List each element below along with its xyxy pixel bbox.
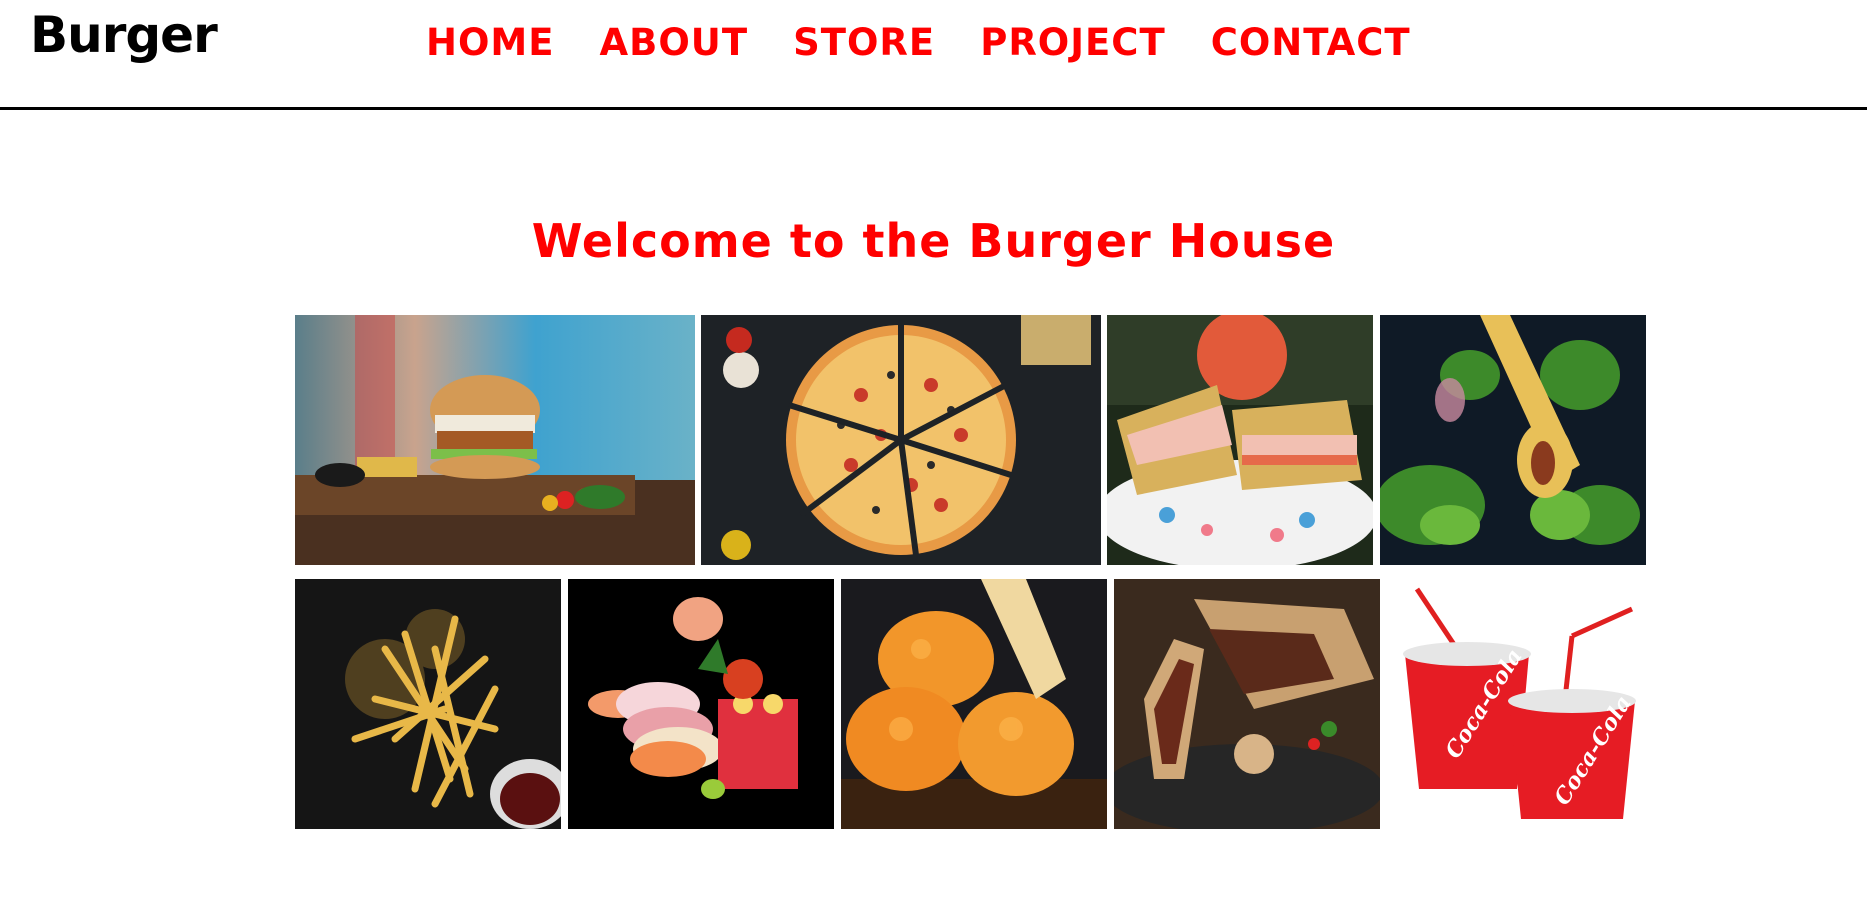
gallery-image-burger[interactable] bbox=[295, 315, 695, 565]
gallery-image-nuggets[interactable] bbox=[841, 579, 1107, 829]
gallery-image-soda-cups[interactable]: Coca-Cola Coca-Cola bbox=[1387, 579, 1653, 829]
gallery-image-pizza[interactable] bbox=[701, 315, 1101, 565]
main-nav: HOME ABOUT STORE PROJECT CONTACT bbox=[426, 21, 1411, 64]
nav-about[interactable]: ABOUT bbox=[600, 21, 749, 64]
nav-contact[interactable]: CONTACT bbox=[1211, 21, 1411, 64]
wrap-photo bbox=[1114, 579, 1380, 829]
nav-store[interactable]: STORE bbox=[793, 21, 935, 64]
burger-photo bbox=[295, 315, 695, 565]
gallery-image-wrap[interactable] bbox=[1114, 579, 1380, 829]
sandwich-photo bbox=[1107, 315, 1373, 565]
welcome-title: Welcome to the Burger House bbox=[531, 214, 1336, 268]
roll-photo bbox=[1380, 315, 1646, 565]
fries-photo bbox=[295, 579, 561, 829]
gallery-image-fries[interactable] bbox=[295, 579, 561, 829]
nav-home[interactable]: HOME bbox=[426, 21, 555, 64]
nav-project[interactable]: PROJECT bbox=[980, 21, 1166, 64]
gallery-image-roll[interactable] bbox=[1380, 315, 1646, 565]
site-header: Burger HOME ABOUT STORE PROJECT CONTACT bbox=[0, 0, 1867, 110]
soda-cups-photo: Coca-Cola Coca-Cola bbox=[1387, 579, 1653, 829]
sushi-photo bbox=[568, 579, 834, 829]
gallery-image-sushi[interactable] bbox=[568, 579, 834, 829]
nuggets-photo bbox=[841, 579, 1107, 829]
site-logo[interactable]: Burger bbox=[30, 6, 218, 64]
gallery-image-sandwich[interactable] bbox=[1107, 315, 1373, 565]
pizza-photo bbox=[701, 315, 1101, 565]
